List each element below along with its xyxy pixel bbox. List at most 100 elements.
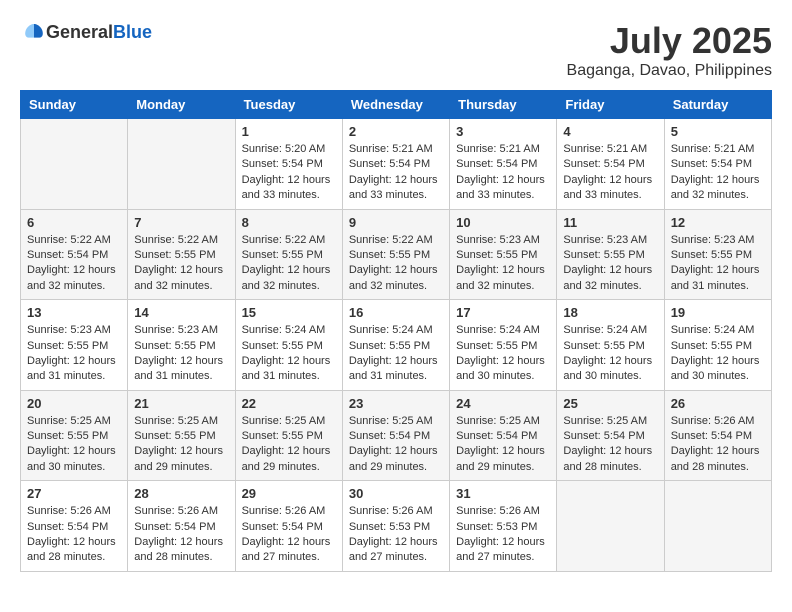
calendar-table: SundayMondayTuesdayWednesdayThursdayFrid… (20, 90, 772, 572)
day-detail: Sunrise: 5:25 AMSunset: 5:54 PMDaylight:… (456, 414, 550, 476)
weekday-header-thursday: Thursday (450, 91, 557, 119)
calendar-cell: 24 Sunrise: 5:25 AMSunset: 5:54 PMDayligh… (450, 390, 557, 481)
day-detail: Sunrise: 5:25 AMSunset: 5:55 PMDaylight:… (242, 414, 336, 476)
weekday-header-monday: Monday (128, 91, 235, 119)
day-number: 5 (671, 124, 765, 139)
header: GeneralBlue July 2025 Baganga, Davao, Ph… (20, 20, 772, 80)
calendar-cell: 12Sunrise: 5:23 AMSunset: 5:55 PMDayligh… (664, 209, 771, 300)
logo-icon (22, 20, 46, 44)
day-number: 25 (563, 396, 657, 411)
weekday-header-friday: Friday (557, 91, 664, 119)
day-detail: Sunrise: 5:24 AMSunset: 5:55 PMDaylight:… (456, 323, 550, 385)
day-detail: Sunrise: 5:21 AMSunset: 5:54 PMDaylight:… (456, 142, 550, 204)
day-number: 31 (456, 486, 550, 501)
calendar-cell: 22 Sunrise: 5:25 AMSunset: 5:55 PMDayligh… (235, 390, 342, 481)
day-number: 10 (456, 215, 550, 230)
calendar-cell: 6 Sunrise: 5:22 AMSunset: 5:54 PMDaylight… (21, 209, 128, 300)
day-detail: Sunrise: 5:22 AMSunset: 5:55 PMDaylight:… (134, 233, 228, 295)
day-number: 13 (27, 305, 121, 320)
day-detail: Sunrise: 5:22 AMSunset: 5:55 PMDaylight:… (242, 233, 336, 295)
week-row-2: 6 Sunrise: 5:22 AMSunset: 5:54 PMDaylight… (21, 209, 772, 300)
day-number: 1 (242, 124, 336, 139)
calendar-cell: 21 Sunrise: 5:25 AMSunset: 5:55 PMDayligh… (128, 390, 235, 481)
calendar-cell: 15 Sunrise: 5:24 AMSunset: 5:55 PMDayligh… (235, 300, 342, 391)
day-number: 2 (349, 124, 443, 139)
day-detail: Sunrise: 5:23 AMSunset: 5:55 PMDaylight:… (27, 323, 121, 385)
weekday-header-wednesday: Wednesday (342, 91, 449, 119)
calendar-cell: 10 Sunrise: 5:23 AMSunset: 5:55 PMDayligh… (450, 209, 557, 300)
day-number: 23 (349, 396, 443, 411)
day-detail: Sunrise: 5:25 AMSunset: 5:55 PMDaylight:… (27, 414, 121, 476)
day-detail: Sunrise: 5:25 AMSunset: 5:55 PMDaylight:… (134, 414, 228, 476)
day-detail: Sunrise: 5:21 AMSunset: 5:54 PMDaylight:… (671, 142, 765, 204)
logo-blue: Blue (113, 22, 152, 43)
logo-general: General (46, 22, 113, 43)
day-number: 3 (456, 124, 550, 139)
calendar-cell: 31 Sunrise: 5:26 AMSunset: 5:53 PMDayligh… (450, 481, 557, 572)
weekday-header-sunday: Sunday (21, 91, 128, 119)
calendar-cell (557, 481, 664, 572)
day-number: 15 (242, 305, 336, 320)
week-row-3: 13 Sunrise: 5:23 AMSunset: 5:55 PMDayligh… (21, 300, 772, 391)
calendar-cell: 3 Sunrise: 5:21 AMSunset: 5:54 PMDaylight… (450, 119, 557, 210)
day-detail: Sunrise: 5:25 AMSunset: 5:54 PMDaylight:… (563, 414, 657, 476)
day-number: 19 (671, 305, 765, 320)
day-number: 27 (27, 486, 121, 501)
day-detail: Sunrise: 5:21 AMSunset: 5:54 PMDaylight:… (563, 142, 657, 204)
day-number: 8 (242, 215, 336, 230)
day-number: 29 (242, 486, 336, 501)
calendar-cell (128, 119, 235, 210)
calendar-cell: 29 Sunrise: 5:26 AMSunset: 5:54 PMDayligh… (235, 481, 342, 572)
day-number: 20 (27, 396, 121, 411)
day-number: 17 (456, 305, 550, 320)
day-number: 28 (134, 486, 228, 501)
day-number: 22 (242, 396, 336, 411)
calendar-cell: 28Sunrise: 5:26 AMSunset: 5:54 PMDayligh… (128, 481, 235, 572)
weekday-header-row: SundayMondayTuesdayWednesdayThursdayFrid… (21, 91, 772, 119)
calendar-cell: 30 Sunrise: 5:26 AMSunset: 5:53 PMDayligh… (342, 481, 449, 572)
calendar-cell: 5 Sunrise: 5:21 AMSunset: 5:54 PMDaylight… (664, 119, 771, 210)
calendar-cell: 18Sunrise: 5:24 AMSunset: 5:55 PMDayligh… (557, 300, 664, 391)
calendar-cell: 17 Sunrise: 5:24 AMSunset: 5:55 PMDayligh… (450, 300, 557, 391)
calendar-cell (664, 481, 771, 572)
day-number: 9 (349, 215, 443, 230)
day-number: 14 (134, 305, 228, 320)
day-number: 18 (563, 305, 657, 320)
day-detail: Sunrise: 5:26 AMSunset: 5:54 PMDaylight:… (242, 504, 336, 566)
day-detail: Sunrise: 5:22 AMSunset: 5:54 PMDaylight:… (27, 233, 121, 295)
calendar-cell: 4 Sunrise: 5:21 AMSunset: 5:54 PMDaylight… (557, 119, 664, 210)
day-detail: Sunrise: 5:23 AMSunset: 5:55 PMDaylight:… (134, 323, 228, 385)
day-number: 24 (456, 396, 550, 411)
weekday-header-saturday: Saturday (664, 91, 771, 119)
calendar-cell: 19 Sunrise: 5:24 AMSunset: 5:55 PMDayligh… (664, 300, 771, 391)
calendar-cell: 1Sunrise: 5:20 AMSunset: 5:54 PMDaylight… (235, 119, 342, 210)
day-number: 4 (563, 124, 657, 139)
day-number: 16 (349, 305, 443, 320)
calendar-cell: 7 Sunrise: 5:22 AMSunset: 5:55 PMDaylight… (128, 209, 235, 300)
calendar-cell: 9Sunrise: 5:22 AMSunset: 5:55 PMDaylight… (342, 209, 449, 300)
calendar-cell: 2Sunrise: 5:21 AMSunset: 5:54 PMDaylight… (342, 119, 449, 210)
logo: GeneralBlue (20, 20, 152, 44)
day-number: 21 (134, 396, 228, 411)
calendar-cell: 16Sunrise: 5:24 AMSunset: 5:55 PMDayligh… (342, 300, 449, 391)
day-number: 7 (134, 215, 228, 230)
calendar-cell: 20 Sunrise: 5:25 AMSunset: 5:55 PMDayligh… (21, 390, 128, 481)
month-title: July 2025 (567, 20, 772, 62)
calendar-cell: 8 Sunrise: 5:22 AMSunset: 5:55 PMDaylight… (235, 209, 342, 300)
day-number: 26 (671, 396, 765, 411)
day-detail: Sunrise: 5:25 AMSunset: 5:54 PMDaylight:… (349, 414, 443, 476)
day-number: 30 (349, 486, 443, 501)
day-detail: Sunrise: 5:24 AMSunset: 5:55 PMDaylight:… (242, 323, 336, 385)
week-row-5: 27 Sunrise: 5:26 AMSunset: 5:54 PMDayligh… (21, 481, 772, 572)
location-title: Baganga, Davao, Philippines (567, 62, 772, 80)
day-detail: Sunrise: 5:26 AMSunset: 5:53 PMDaylight:… (456, 504, 550, 566)
calendar-cell: 25 Sunrise: 5:25 AMSunset: 5:54 PMDayligh… (557, 390, 664, 481)
title-area: July 2025 Baganga, Davao, Philippines (567, 20, 772, 80)
day-number: 6 (27, 215, 121, 230)
day-detail: Sunrise: 5:26 AMSunset: 5:53 PMDaylight:… (349, 504, 443, 566)
day-detail: Sunrise: 5:24 AMSunset: 5:55 PMDaylight:… (671, 323, 765, 385)
day-detail: Sunrise: 5:23 AMSunset: 5:55 PMDaylight:… (456, 233, 550, 295)
day-detail: Sunrise: 5:26 AMSunset: 5:54 PMDaylight:… (27, 504, 121, 566)
calendar-cell (21, 119, 128, 210)
calendar-cell: 13 Sunrise: 5:23 AMSunset: 5:55 PMDayligh… (21, 300, 128, 391)
